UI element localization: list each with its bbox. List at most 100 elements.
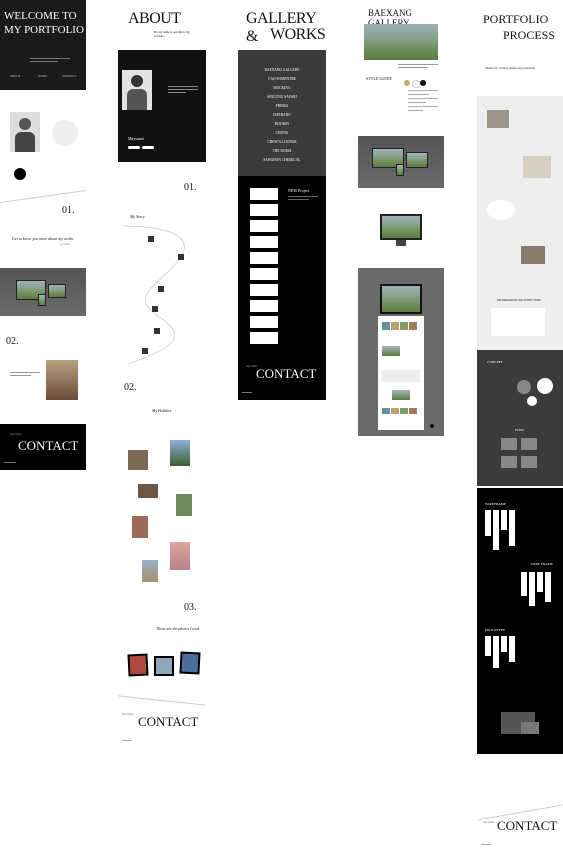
page-mockup-section [358, 268, 444, 436]
project-card[interactable] [250, 220, 278, 232]
section-number-02: 02. [6, 336, 19, 347]
hero-section: WELCOME TO MY PORTFOLIO ABOUT WORK CONTA… [0, 0, 86, 90]
black-circle-button[interactable] [14, 168, 26, 180]
work-item-4[interactable]: SINGUNG SAFARI [238, 95, 326, 99]
column-welcome: WELCOME TO MY PORTFOLIO ABOUT WORK CONTA… [0, 0, 86, 850]
curve-line [118, 695, 206, 706]
project-card[interactable] [250, 204, 278, 216]
contact-title[interactable]: CONTACT [497, 818, 557, 834]
font-tile [501, 456, 517, 468]
work-item-11[interactable]: SANGHAN CHEMICAL [238, 158, 326, 162]
prototype-block [493, 636, 499, 668]
hobby-photo [142, 560, 158, 582]
page-title: ABOUT [128, 10, 181, 27]
font-tile [501, 438, 517, 450]
project-card[interactable] [250, 332, 278, 344]
curve-line [0, 190, 86, 203]
wireframe-block [485, 510, 491, 536]
project-card[interactable] [250, 188, 278, 200]
contact-title[interactable]: CONTACT [18, 438, 78, 454]
project-card[interactable] [250, 252, 278, 264]
hero-painting [364, 24, 438, 60]
hero-title-line2: MY PORTFOLIO [4, 24, 84, 36]
hobby-photo [170, 542, 190, 570]
work-item-3[interactable]: MOCKING [238, 86, 326, 90]
contact-title[interactable]: CONTACT [138, 714, 198, 730]
wireframe-block [537, 572, 543, 592]
work-item-6[interactable]: DAERANG [238, 113, 326, 117]
concept-circle-white [537, 378, 553, 394]
prototype-block [509, 636, 515, 662]
process-quote: Thanks for visiting, please enjoy portfo… [485, 66, 536, 70]
info-pill-1[interactable] [128, 146, 140, 149]
wireframe-block [521, 572, 527, 596]
work-item-2[interactable]: CAO SOMENTRE [238, 77, 326, 81]
info-pill-2[interactable] [142, 146, 154, 149]
hero-nav-work[interactable]: WORK [38, 74, 47, 78]
contact-title[interactable]: CONTACT [256, 366, 316, 382]
process-title-line2: PROCESS [503, 28, 556, 42]
hobby-photo [138, 484, 158, 498]
work-item-10[interactable]: THE DOMA [238, 149, 326, 153]
prototype-label: PROTOTYPE [485, 628, 506, 632]
gallery-title-line2: WORKS [270, 26, 326, 43]
font-tile [521, 456, 537, 468]
project-card[interactable] [250, 316, 278, 328]
quote-sub: portfolio [60, 242, 71, 246]
hobby-photo [176, 494, 192, 516]
works-list: BAEXANG GALLERY CAO SOMENTRE MOCKING SIN… [238, 50, 326, 176]
scroll-top-button[interactable] [430, 424, 434, 428]
website-longpage [378, 316, 424, 430]
section-number-03: 03. [184, 602, 197, 613]
decorative-circle [52, 120, 78, 146]
color-swatch-gold [404, 80, 410, 86]
project-card[interactable] [250, 268, 278, 280]
hero-title-line1: WELCOME TO [4, 10, 77, 22]
photos-caption: These are the photos I took [156, 626, 200, 631]
timeline-node [154, 328, 160, 334]
timeline-node [178, 254, 184, 260]
wireframe-label-2: WIRE FRAME [531, 562, 553, 566]
projects-panel: NEW Project Say hello CONTACT [238, 176, 326, 400]
hero-nav-about[interactable]: ABOUT [10, 74, 20, 78]
project-card[interactable] [250, 236, 278, 248]
framed-photo [179, 651, 201, 675]
hobby-photo [170, 440, 190, 466]
wireframe-section: WIREFRAME WIRE FRAME PROTOTYPE [477, 488, 563, 754]
portrait-photo [122, 70, 152, 110]
work-item-8[interactable]: CHUNG [238, 131, 326, 135]
quote-text: Get to know you more about my works [12, 236, 74, 241]
process-title-line1: PORTFOLIO [483, 12, 549, 26]
column-gallery: GALLERY & WORKS BAEXANG GALLERY CAO SOME… [238, 0, 326, 850]
font-tile [521, 438, 537, 450]
hero-nav-contact[interactable]: CONTACT [62, 74, 76, 78]
device-mockup-image [0, 268, 86, 316]
profile-photo [10, 112, 40, 152]
work-item-5[interactable]: PREMA [238, 104, 326, 108]
work-item-7[interactable]: BOOKIN [238, 122, 326, 126]
about-text [168, 86, 198, 93]
column-baexang: BAEXANG GALLERY STYLE GUIDE [358, 0, 444, 850]
contact-small: Say hello [483, 820, 495, 824]
concept-label: CONCEPT [487, 360, 503, 364]
name-label: Maysunai [128, 136, 144, 141]
intro-text: Hi, my name is and this is my portfolio [154, 30, 190, 38]
section-number-01: 01. [184, 182, 197, 193]
hero-caption [30, 58, 70, 64]
concept-circle-gray [517, 380, 531, 394]
process-photo [521, 246, 545, 264]
column-about: ABOUT Hi, my name is and this is my port… [118, 0, 206, 850]
contact-section: Say hello CONTACT [0, 424, 86, 470]
prototype-block [501, 636, 507, 652]
project-description [398, 64, 438, 68]
timeline-node [148, 236, 154, 242]
project-card[interactable] [250, 284, 278, 296]
wireframe-block [501, 510, 507, 530]
section-number-01: 01. [62, 205, 75, 216]
work-item-baexang[interactable]: BAEXANG GALLERY [238, 68, 326, 72]
hobbies-label: My Hobbies [152, 408, 172, 413]
hobby-photo [46, 360, 78, 400]
about-dark-card: Maysunai [118, 50, 206, 162]
work-item-9[interactable]: CREW A LOUNGE [238, 140, 326, 144]
project-card[interactable] [250, 300, 278, 312]
